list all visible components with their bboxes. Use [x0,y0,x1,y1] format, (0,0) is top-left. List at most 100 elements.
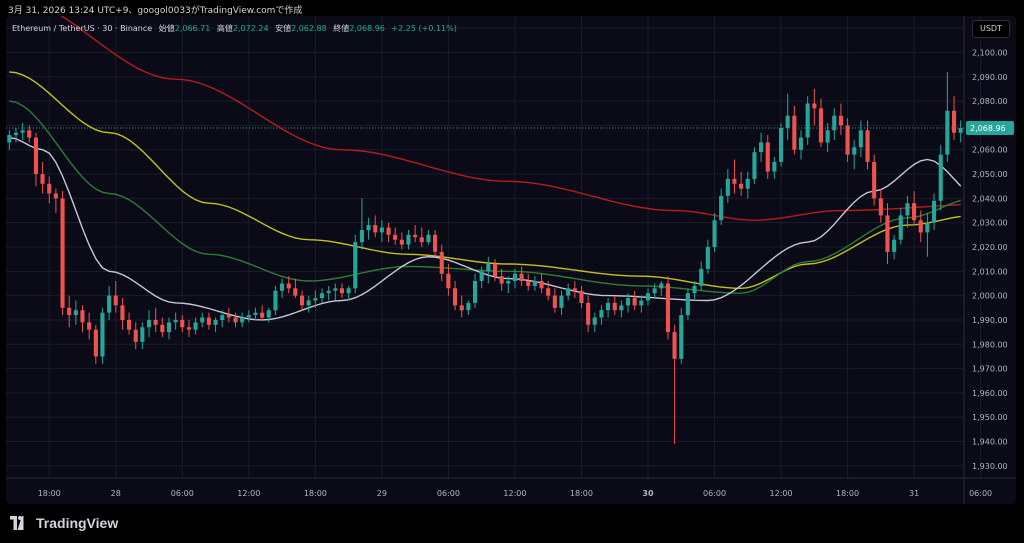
x-tick-label: 12:00 [770,489,793,498]
tradingview-logo-icon [10,516,24,530]
candle-body [200,317,205,323]
candle-body [226,315,231,318]
close-label: 終値 [333,24,350,33]
open-value: 2,066.71 [174,24,211,33]
chart-panel[interactable]: 1,930.00 1,940.00 1,950.00 1,960.00 1,970.00… [6,16,1016,504]
y-tick-label: 1,930.00 [972,462,1008,471]
brand-footer: TradingView [8,513,118,533]
candle-body [532,281,537,286]
candle-body [413,234,418,238]
moving-average-line [60,16,961,222]
candle-body [858,130,863,148]
candle-body [27,130,32,138]
chart-canvas[interactable]: 1,930.00 1,940.00 1,950.00 1,960.00 1,970.00… [6,16,1016,504]
candle-body [240,317,245,323]
candle-body [479,271,484,281]
candle-body [559,295,564,308]
y-tick-label: 2,020.00 [972,243,1008,252]
candle-body [745,178,750,189]
y-tick-label: 1,940.00 [972,438,1008,447]
candle-body [53,193,58,199]
candle-body [439,251,444,274]
candle-body [725,178,730,196]
candle-body [719,195,724,221]
candle-body [147,319,152,328]
high-label: 高値 [216,24,233,33]
candle-body [87,322,92,330]
candle-body [333,288,338,291]
x-tick-label: 12:00 [237,489,260,498]
candle-body [705,247,710,269]
candle-body [639,300,644,306]
x-tick-label: 30 [642,489,654,498]
candle-body [386,227,391,235]
candle-body [579,290,584,303]
candle-body [93,329,98,357]
candle-body [346,288,351,294]
candle-body [805,103,810,138]
candle-body [107,295,112,313]
candle-body [326,290,331,294]
candle-body [838,115,843,126]
x-tick-label: 06:00 [437,489,460,498]
x-tick-label: 06:00 [171,489,194,498]
candle-body [47,183,52,194]
candle-body [918,220,923,233]
candle-body [626,298,631,306]
x-tick-label: 18:00 [570,489,593,498]
candle-body [779,127,784,162]
candle-body [845,125,850,155]
high-value: 2,072.24 [232,24,269,33]
brand-name[interactable]: TradingView [36,515,118,531]
candle-body [406,234,411,245]
candle-body [473,281,478,303]
candle-body [33,137,38,175]
change-value: +2.25 (+0.11%) [391,24,457,33]
y-tick-label: 1,950.00 [972,413,1008,422]
candle-body [313,298,318,301]
candle-body [446,273,451,289]
y-tick-label: 1,980.00 [972,340,1008,349]
candle-body [20,130,25,133]
candle-body [519,273,524,281]
candle-body [885,215,890,252]
currency-button[interactable]: USDT [972,20,1010,38]
x-tick-label: 06:00 [969,489,992,498]
candle-body [260,312,265,318]
candle-body [812,103,817,109]
last-price-label: 2,068.96 [970,124,1006,133]
candle-body [878,198,883,216]
candle-body [645,293,650,301]
symbol-name[interactable]: Ethereum / TetherUS · 30 · Binance [12,24,152,33]
candle-body [339,288,344,294]
candle-body [286,283,291,289]
candle-body [739,183,744,189]
candle-body [912,203,917,221]
y-tick-label: 1,960.00 [972,389,1008,398]
candle-body [712,220,717,247]
candle-body [732,178,737,184]
candle-body [512,273,517,281]
candle-body [526,281,531,286]
candle-body [852,147,857,155]
candle-body [772,161,777,172]
candle-body [599,310,604,318]
x-tick-label: 18:00 [38,489,61,498]
candle-body [592,317,597,325]
candle-body [659,283,664,289]
candle-body [453,288,458,306]
candle-body [952,110,957,133]
candle-body [246,315,251,318]
candle-body [273,290,278,311]
candle-body [945,110,950,155]
candle-body [632,298,637,306]
candle-body [612,302,617,311]
moving-average-line [9,136,962,321]
candle-body [419,237,424,243]
candle-body [40,174,45,184]
candle-body [13,132,18,136]
candle-body [499,276,504,284]
low-value: 2,062.88 [291,24,327,33]
candle-body [133,329,138,342]
candle-body [300,295,305,306]
